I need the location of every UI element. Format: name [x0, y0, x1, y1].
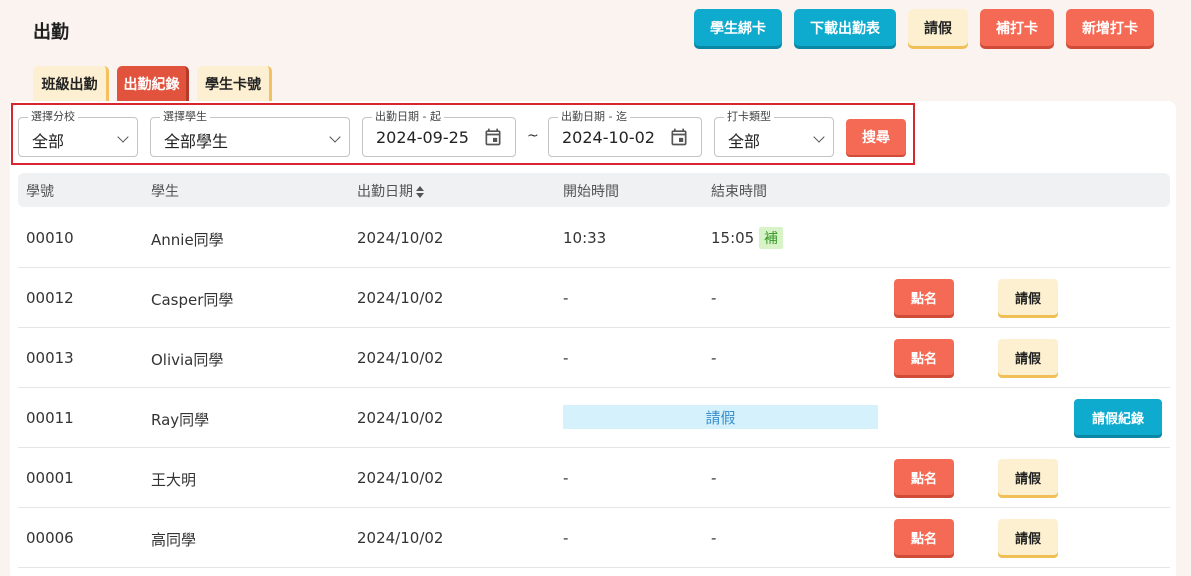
punch-type-value: 全部 [728, 132, 761, 151]
student-id: 00001 [26, 469, 74, 487]
column-header-start[interactable]: 開始時間 [563, 181, 619, 201]
branch-select-label: 選擇分校 [28, 110, 78, 124]
student-name: 高同學 [151, 531, 197, 549]
student-id: 00006 [26, 529, 74, 547]
column-header-date-label: 出勤日期 [357, 184, 413, 200]
calendar-icon[interactable] [669, 127, 689, 147]
end-time: - [711, 289, 717, 307]
column-header-id[interactable]: 學號 [26, 181, 54, 201]
rollcall-button[interactable]: 點名 [894, 339, 954, 375]
leave-status-bar: 請假 [563, 405, 878, 429]
row-leave-button[interactable]: 請假 [998, 279, 1058, 315]
student-id: 00012 [26, 289, 74, 307]
rollcall-button[interactable]: 點名 [894, 519, 954, 555]
add-punch-button[interactable]: 新增打卡 [1066, 9, 1154, 46]
student-name: Ray同學 [151, 411, 210, 429]
tab-attendance-records[interactable]: 出勤紀錄 [117, 66, 189, 101]
punch-type-label: 打卡類型 [724, 110, 774, 124]
date-to-field[interactable]: 出勤日期 - 迄 2024-10-02 [548, 110, 702, 157]
makeup-punch-button[interactable]: 補打卡 [980, 9, 1054, 46]
attendance-date: 2024/10/02 [357, 469, 444, 487]
end-time: - [711, 349, 717, 367]
attendance-date: 2024/10/02 [357, 529, 444, 547]
column-header-date[interactable]: 出勤日期 [357, 181, 424, 201]
rollcall-button[interactable]: 點名 [894, 279, 954, 315]
student-name: Annie同學 [151, 231, 224, 249]
date-from-value: 2024-09-25 [376, 128, 469, 147]
date-to-value: 2024-10-02 [562, 128, 655, 147]
search-button[interactable]: 搜尋 [846, 119, 906, 155]
sort-icon[interactable] [416, 186, 424, 198]
end-time: - [711, 469, 717, 487]
page-title: 出勤 [33, 22, 69, 43]
tab-student-card-number[interactable]: 學生卡號 [197, 66, 272, 101]
branch-select-value: 全部 [32, 132, 65, 151]
column-header-student[interactable]: 學生 [151, 181, 179, 201]
leave-record-button[interactable]: 請假紀錄 [1074, 399, 1162, 435]
student-name: Casper同學 [151, 291, 234, 309]
student-name: Olivia同學 [151, 351, 224, 369]
date-from-field[interactable]: 出勤日期 - 起 2024-09-25 [362, 110, 516, 157]
attendance-date: 2024/10/02 [357, 349, 444, 367]
start-time: 10:33 [563, 229, 607, 247]
chevron-down-icon [813, 131, 825, 143]
leave-button[interactable]: 請假 [908, 9, 968, 46]
branch-select[interactable]: 選擇分校 全部 [18, 110, 138, 157]
row-leave-button[interactable]: 請假 [998, 519, 1058, 555]
bind-card-button[interactable]: 學生綁卡 [694, 9, 782, 46]
column-header-end[interactable]: 結束時間 [711, 181, 767, 201]
rollcall-button[interactable]: 點名 [894, 459, 954, 495]
start-time: - [563, 529, 569, 547]
punch-type-select[interactable]: 打卡類型 全部 [714, 110, 834, 157]
student-id: 00010 [26, 229, 74, 247]
start-time: - [563, 349, 569, 367]
date-range-separator: ~ [527, 128, 539, 144]
student-id: 00013 [26, 349, 74, 367]
student-select-value: 全部學生 [164, 132, 229, 151]
student-select[interactable]: 選擇學生 全部學生 [150, 110, 350, 157]
start-time: - [563, 289, 569, 307]
makeup-badge: 補 [759, 227, 783, 249]
student-select-label: 選擇學生 [160, 110, 210, 124]
chevron-down-icon [117, 131, 129, 143]
end-time: - [711, 529, 717, 547]
attendance-date: 2024/10/02 [357, 229, 444, 247]
tab-class-attendance[interactable]: 班級出勤 [33, 66, 109, 101]
row-leave-button[interactable]: 請假 [998, 459, 1058, 495]
calendar-icon[interactable] [483, 127, 503, 147]
row-leave-button[interactable]: 請假 [998, 339, 1058, 375]
chevron-down-icon [329, 131, 341, 143]
end-time: 15:05 [711, 229, 755, 247]
attendance-date: 2024/10/02 [357, 409, 444, 427]
download-attendance-button[interactable]: 下載出勤表 [794, 9, 896, 46]
attendance-date: 2024/10/02 [357, 289, 444, 307]
date-to-label: 出勤日期 - 迄 [558, 110, 630, 124]
student-name: 王大明 [151, 471, 197, 489]
student-id: 00011 [26, 409, 74, 427]
start-time: - [563, 469, 569, 487]
date-from-label: 出勤日期 - 起 [372, 110, 444, 124]
